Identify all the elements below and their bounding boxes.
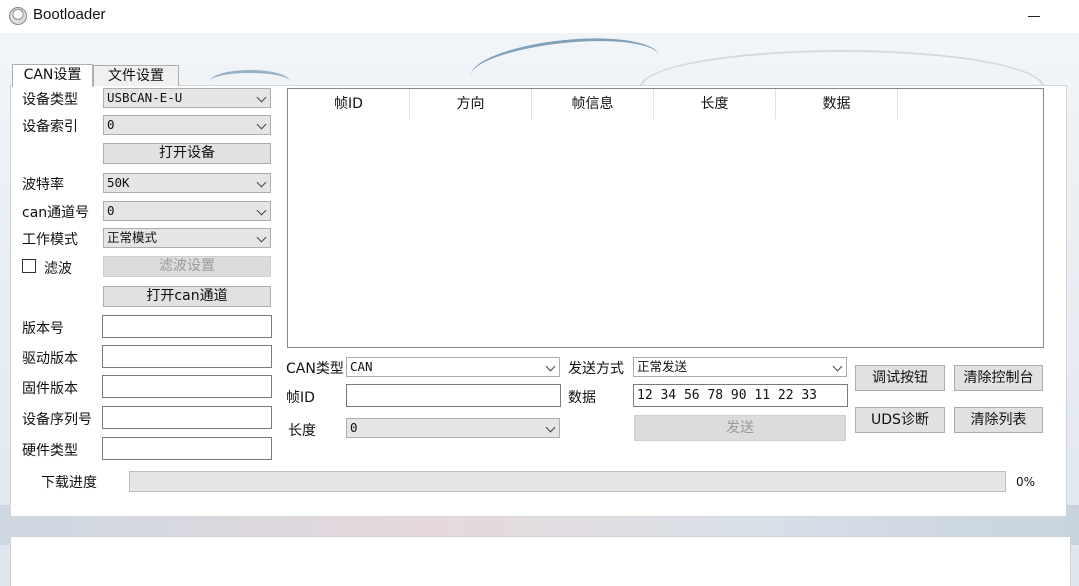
work-mode-select[interactable]: 正常模式: [103, 228, 271, 248]
device-type-select[interactable]: USBCAN-E-U: [103, 88, 271, 108]
device-type-value: USBCAN-E-U: [107, 90, 183, 105]
minimize-icon[interactable]: [1028, 8, 1042, 22]
frame-id-input[interactable]: [346, 384, 561, 407]
data-input[interactable]: 12 34 56 78 90 11 22 33: [633, 384, 848, 407]
message-list-header: 帧ID 方向 帧信息 长度 数据: [288, 89, 898, 119]
column-direction[interactable]: 方向: [410, 89, 532, 119]
baud-rate-value: 50K: [107, 175, 130, 190]
serial-number-label: 设备序列号: [22, 412, 92, 428]
device-index-select[interactable]: 0: [103, 115, 271, 135]
download-progress-percent: 0%: [1016, 475, 1036, 489]
chevron-down-icon: [832, 361, 843, 372]
data-label: 数据: [568, 390, 596, 406]
clear-list-button[interactable]: 清除列表: [954, 407, 1043, 433]
driver-version-label: 驱动版本: [22, 351, 78, 367]
frame-id-label: 帧ID: [286, 390, 315, 406]
hardware-type-field[interactable]: [102, 437, 272, 460]
tab-can-settings[interactable]: CAN设置: [12, 64, 93, 87]
debug-button[interactable]: 调试按钮: [855, 365, 945, 391]
can-channel-select[interactable]: 0: [103, 201, 271, 221]
chevron-down-icon: [256, 92, 267, 103]
driver-version-field[interactable]: [102, 345, 272, 368]
column-length[interactable]: 长度: [654, 89, 776, 119]
chevron-down-icon: [256, 232, 267, 243]
app-icon: [9, 7, 27, 25]
send-mode-select[interactable]: 正常发送: [633, 357, 847, 377]
length-label: 长度: [288, 423, 316, 439]
can-channel-value: 0: [107, 203, 115, 218]
can-type-value: CAN: [350, 359, 373, 374]
length-value: 0: [350, 420, 358, 435]
baud-rate-label: 波特率: [22, 177, 64, 193]
message-list[interactable]: 帧ID 方向 帧信息 长度 数据: [287, 88, 1044, 348]
work-mode-label: 工作模式: [22, 232, 78, 248]
device-index-label: 设备索引: [22, 119, 78, 135]
device-index-value: 0: [107, 117, 115, 132]
window-title: Bootloader: [33, 6, 106, 23]
can-type-select[interactable]: CAN: [346, 357, 560, 377]
version-field[interactable]: [102, 315, 272, 338]
open-device-button[interactable]: 打开设备: [103, 143, 271, 164]
column-frame-info[interactable]: 帧信息: [532, 89, 654, 119]
send-mode-value: 正常发送: [637, 359, 688, 374]
filter-settings-button[interactable]: 滤波设置: [103, 256, 271, 277]
firmware-version-label: 固件版本: [22, 381, 78, 397]
chevron-down-icon: [545, 422, 556, 433]
baud-rate-select[interactable]: 50K: [103, 173, 271, 193]
firmware-version-field[interactable]: [102, 375, 272, 398]
uds-diagnostic-button[interactable]: UDS诊断: [855, 407, 945, 433]
column-frame-id[interactable]: 帧ID: [288, 89, 410, 119]
tab-file-settings[interactable]: 文件设置: [93, 65, 179, 86]
hardware-type-label: 硬件类型: [22, 443, 78, 459]
open-can-channel-button[interactable]: 打开can通道: [103, 286, 271, 307]
can-channel-label: can通道号: [22, 205, 90, 221]
download-progress-label: 下载进度: [41, 475, 97, 491]
send-mode-label: 发送方式: [568, 361, 624, 377]
filter-label: 滤波: [44, 261, 72, 277]
download-progress-bar: [129, 471, 1006, 492]
chevron-down-icon: [256, 119, 267, 130]
length-select[interactable]: 0: [346, 418, 560, 438]
filter-checkbox[interactable]: [22, 259, 36, 273]
column-data[interactable]: 数据: [776, 89, 898, 119]
device-type-label: 设备类型: [22, 92, 78, 108]
chevron-down-icon: [256, 205, 267, 216]
title-bar: Bootloader: [0, 0, 1079, 33]
send-button[interactable]: 发送: [634, 415, 846, 441]
version-label: 版本号: [22, 321, 64, 337]
can-type-label: CAN类型: [286, 361, 344, 377]
serial-number-field[interactable]: [102, 406, 272, 429]
console-panel[interactable]: [10, 536, 1071, 586]
work-mode-value: 正常模式: [107, 230, 158, 245]
chevron-down-icon: [545, 361, 556, 372]
chevron-down-icon: [256, 177, 267, 188]
clear-console-button[interactable]: 清除控制台: [954, 365, 1043, 391]
